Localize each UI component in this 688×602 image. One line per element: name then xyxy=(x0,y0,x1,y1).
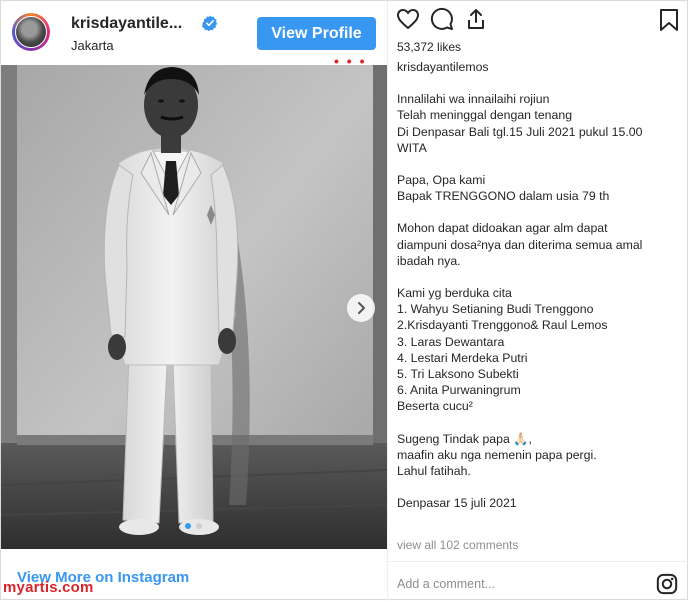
likes-count[interactable]: 53,372 likes xyxy=(397,40,461,54)
next-slide-button[interactable] xyxy=(347,294,375,322)
carousel-dot xyxy=(185,523,191,529)
caption-line: ibadah nya. xyxy=(397,253,461,268)
caption-line: 4. Lestari Merdeka Putri xyxy=(397,350,528,365)
caption-line: maafin aku nga nemenin papa pergi. xyxy=(397,447,597,462)
avatar-image xyxy=(15,16,47,48)
caption-line: 1. Wahyu Setianing Budi Trenggono xyxy=(397,302,594,317)
caption-line: Mohon dapat didoakan agar alm dapat xyxy=(397,221,608,236)
heart-icon[interactable] xyxy=(396,7,420,31)
watermark: myartis.com xyxy=(3,579,94,596)
carousel-indicator xyxy=(185,523,202,529)
caption-spacer xyxy=(397,415,681,431)
caption-line: 2.Krisdayanti Trenggono& Raul Lemos xyxy=(397,318,608,333)
bookmark-icon[interactable] xyxy=(658,8,680,32)
instagram-logo-icon[interactable] xyxy=(656,573,678,595)
post-photo[interactable] xyxy=(1,65,387,549)
view-profile-button[interactable]: View Profile xyxy=(257,17,376,50)
caption-spacer xyxy=(397,269,681,285)
username[interactable]: krisdayantile... xyxy=(71,15,182,33)
chevron-right-icon xyxy=(358,302,365,314)
caption-line: Denpasar 15 juli 2021 xyxy=(397,496,517,511)
comment-bar: Add a comment... xyxy=(388,561,688,602)
instagram-embed: krisdayantile... Jakarta View Profile • … xyxy=(0,0,688,602)
caption-spacer xyxy=(397,75,681,91)
caption-line: Innalilahi wa innailaihi rojiun xyxy=(397,92,550,107)
share-icon[interactable] xyxy=(464,7,488,31)
comment-icon[interactable] xyxy=(430,7,454,31)
caption-line: Beserta cucu² xyxy=(397,399,473,414)
avatar[interactable] xyxy=(12,13,50,51)
location[interactable]: Jakarta xyxy=(71,38,114,53)
caption-username[interactable]: krisdayantilemos xyxy=(397,59,681,75)
caption-line: Lahul fatihah. xyxy=(397,464,471,479)
caption-spacer xyxy=(397,479,681,495)
caption-line: Papa, Opa kami xyxy=(397,173,486,188)
post-header: krisdayantile... Jakarta View Profile • … xyxy=(1,1,387,69)
action-bar xyxy=(396,7,488,31)
view-all-comments-link[interactable]: view all 102 comments xyxy=(397,538,518,552)
caption-line: 5. Tri Laksono Subekti xyxy=(397,367,519,382)
caption-line: Di Denpasar Bali tgl.15 Juli 2021 pukul … xyxy=(397,124,643,139)
caption-spacer xyxy=(397,156,681,172)
verified-badge-icon xyxy=(202,15,218,31)
caption-line: diampuni dosa²nya dan diterima semua ama… xyxy=(397,237,643,252)
caption-line: WITA xyxy=(397,140,427,155)
caption-line: 6. Anita Purwaningrum xyxy=(397,383,521,398)
panel-divider xyxy=(387,1,388,601)
post-caption: krisdayantilemos Innalilahi wa innailaihi… xyxy=(397,59,681,511)
caption-spacer xyxy=(397,204,681,220)
caption-line: Bapak TRENGGONO dalam usia 79 th xyxy=(397,189,610,204)
photo-image xyxy=(1,65,387,549)
caption-line: Telah meninggal dengan tenang xyxy=(397,108,573,123)
carousel-dot xyxy=(196,523,202,529)
add-comment-input[interactable]: Add a comment... xyxy=(397,577,495,591)
caption-line: Sugeng Tindak papa 🙏🏻, xyxy=(397,431,532,446)
caption-line: 3. Laras Dewantara xyxy=(397,334,505,349)
caption-line: Kami yg berduka cita xyxy=(397,286,512,301)
